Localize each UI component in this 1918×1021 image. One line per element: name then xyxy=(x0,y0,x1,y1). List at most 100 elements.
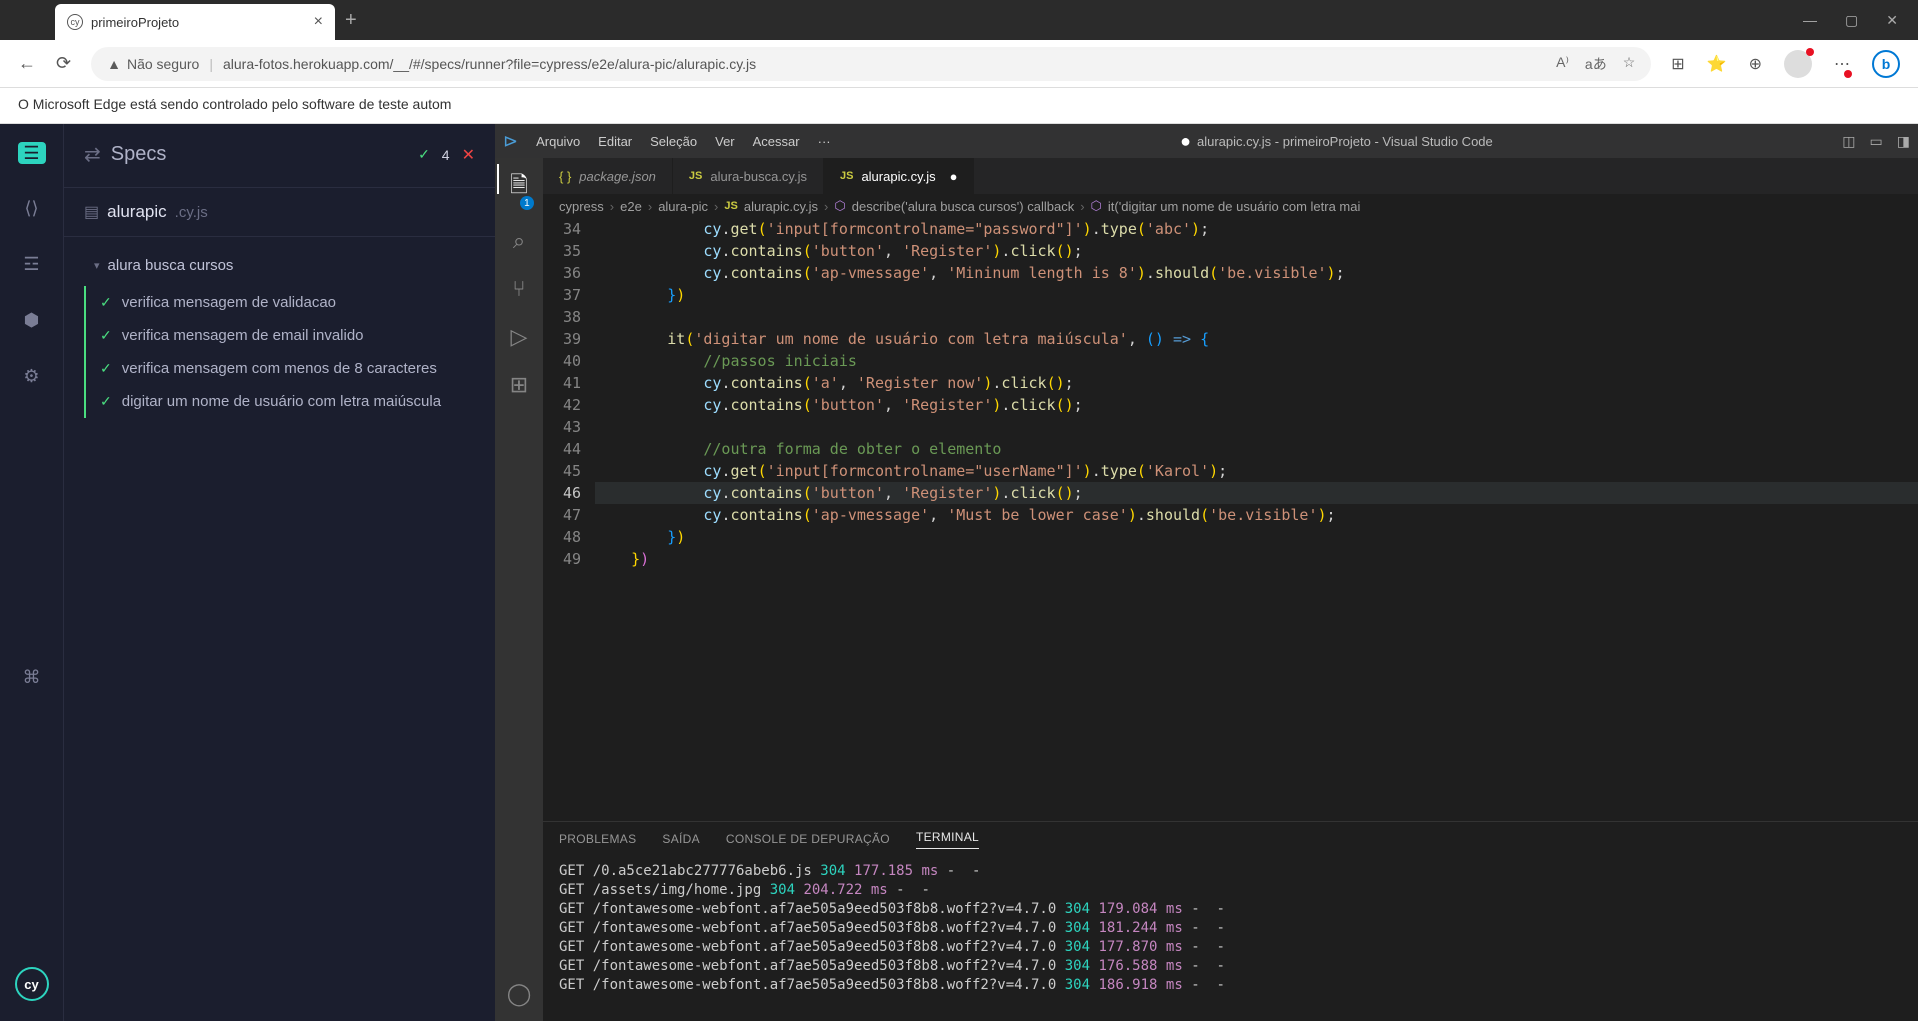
security-label: Não seguro xyxy=(127,56,199,72)
code-line[interactable]: cy.contains('button', 'Register').click(… xyxy=(595,394,1918,416)
editor-tab[interactable]: JSalura-busca.cy.js xyxy=(673,158,824,194)
code-line[interactable]: }) xyxy=(595,526,1918,548)
spec-file-header[interactable]: ▤ alurapic.cy.js xyxy=(64,187,495,237)
new-tab-button[interactable]: + xyxy=(345,9,357,32)
menu-item[interactable]: Arquivo xyxy=(536,134,580,149)
code-line[interactable]: //outra forma de obter o elemento xyxy=(595,438,1918,460)
favorites-bar-icon[interactable]: ⭐ xyxy=(1707,54,1727,74)
source-control-icon[interactable]: ⑂ xyxy=(512,276,525,302)
cypress-content: ⇄ Specs ✓ 4 ✕ ▤ alurapic.cy.js ▾ alura b… xyxy=(64,124,495,1021)
window-title: ● alurapic.cy.js - primeiroProjeto - Vis… xyxy=(1180,131,1493,152)
breadcrumb-item[interactable]: alura-pic xyxy=(658,199,708,214)
close-icon[interactable]: × xyxy=(314,13,323,31)
menu-item[interactable]: Acessar xyxy=(753,134,800,149)
vscode-titlebar: ⊳ ArquivoEditarSeleçãoVerAcessar··· ● al… xyxy=(495,124,1918,158)
explorer-icon[interactable]: 🗎1 xyxy=(510,168,528,206)
read-aloud-icon[interactable]: A⁾ xyxy=(1556,54,1569,74)
menu-icon[interactable]: ⇄ xyxy=(84,142,101,167)
list-icon[interactable]: ☲ xyxy=(20,252,44,276)
code-line[interactable]: }) xyxy=(595,548,1918,570)
panel-tab[interactable]: SAÍDA xyxy=(662,832,700,846)
favorite-icon[interactable]: ☆ xyxy=(1623,54,1636,74)
code-line[interactable] xyxy=(595,416,1918,438)
code-line[interactable]: cy.get('input[formcontrolname="userName"… xyxy=(595,460,1918,482)
menu-item[interactable]: ··· xyxy=(818,134,831,149)
code-line[interactable]: cy.contains('button', 'Register').click(… xyxy=(595,482,1918,504)
code-line[interactable]: cy.contains('a', 'Register now').click()… xyxy=(595,372,1918,394)
address-bar[interactable]: ▲ Não seguro | alura-fotos.herokuapp.com… xyxy=(91,47,1651,81)
bing-icon[interactable]: b xyxy=(1872,50,1900,78)
test-list: ✓verifica mensagem de validacao✓verifica… xyxy=(84,286,495,418)
code-line[interactable]: it('digitar um nome de usuário com letra… xyxy=(595,328,1918,350)
keyboard-icon[interactable]: ⌘ xyxy=(20,666,44,690)
code-line[interactable]: cy.contains('button', 'Register').click(… xyxy=(595,240,1918,262)
code-line[interactable]: cy.get('input[formcontrolname="password"… xyxy=(595,218,1918,240)
breadcrumb-item[interactable]: describe('alura busca cursos') callback xyxy=(852,199,1074,214)
breadcrumb[interactable]: cypress›e2e›alura-pic›JS alurapic.cy.js›… xyxy=(543,194,1918,218)
test-row[interactable]: ✓verifica mensagem com menos de 8 caract… xyxy=(86,352,495,385)
account-icon[interactable]: ◯ xyxy=(507,981,532,1007)
specs-title: ⇄ Specs xyxy=(84,142,166,167)
debug-icon[interactable]: ⬢ xyxy=(20,308,44,332)
specs-icon[interactable]: ☰ xyxy=(18,142,46,164)
extensions-icon[interactable]: ⊞ xyxy=(1671,54,1684,74)
breadcrumb-item[interactable]: it('digitar um nome de usuário com letra… xyxy=(1108,199,1360,214)
layout-icon[interactable]: ◨ xyxy=(1897,133,1910,150)
editor-tab[interactable]: { }package.json xyxy=(543,158,673,194)
test-name: verifica mensagem de validacao xyxy=(122,294,336,311)
panel-tab[interactable]: TERMINAL xyxy=(916,830,979,849)
line-number: 48 xyxy=(543,526,581,548)
json-icon: { } xyxy=(559,169,571,184)
more-icon[interactable]: ⋯ xyxy=(1834,54,1850,74)
settings-icon[interactable]: ⚙ xyxy=(20,364,44,388)
run-debug-icon[interactable]: ▷ xyxy=(511,324,528,350)
code-line[interactable]: //passos iniciais xyxy=(595,350,1918,372)
line-gutter: 34353637383940414243444546474849 xyxy=(543,218,595,821)
terminal-output[interactable]: GET /0.a5ce21abc277776abeb6.js 304 177.1… xyxy=(543,856,1918,1021)
code-line[interactable]: cy.contains('ap-vmessage', 'Must be lowe… xyxy=(595,504,1918,526)
code-line[interactable]: }) xyxy=(595,284,1918,306)
menu-item[interactable]: Seleção xyxy=(650,134,697,149)
security-indicator[interactable]: ▲ Não seguro xyxy=(107,56,199,72)
breadcrumb-item[interactable]: cypress xyxy=(559,199,604,214)
translate-icon[interactable]: aあ xyxy=(1585,54,1607,74)
test-row[interactable]: ✓verifica mensagem de validacao xyxy=(86,286,495,319)
layout-icon[interactable]: ▭ xyxy=(1870,133,1883,150)
test-row[interactable]: ✓digitar um nome de usuário com letra ma… xyxy=(86,385,495,418)
terminal-line: GET /fontawesome-webfont.af7ae505a9eed50… xyxy=(559,938,1902,957)
breadcrumb-item[interactable]: alurapic.cy.js xyxy=(744,199,818,214)
profile-avatar[interactable] xyxy=(1784,50,1812,78)
test-row[interactable]: ✓verifica mensagem de email invalido xyxy=(86,319,495,352)
close-window-icon[interactable]: ✕ xyxy=(1886,12,1898,29)
tab-label: alurapic.cy.js xyxy=(861,169,935,184)
panel-tab[interactable]: PROBLEMAS xyxy=(559,832,636,846)
breadcrumb-item[interactable]: e2e xyxy=(620,199,642,214)
runs-icon[interactable]: ⟨⟩ xyxy=(20,196,44,220)
menu-item[interactable]: Ver xyxy=(715,134,735,149)
symbol-icon: ⬡ xyxy=(834,198,845,214)
search-icon[interactable]: ⌕ xyxy=(513,228,525,254)
extensions-icon[interactable]: ⊞ xyxy=(510,372,528,398)
code-line[interactable] xyxy=(595,306,1918,328)
symbol-icon: ⬡ xyxy=(1091,198,1102,214)
browser-tab[interactable]: cy primeiroProjeto × xyxy=(55,4,335,40)
layout-controls: ◫ ▭ ◨ xyxy=(1842,133,1910,150)
menu-item[interactable]: Editar xyxy=(598,134,632,149)
terminal-line: GET /assets/img/home.jpg 304 204.722 ms … xyxy=(559,881,1902,900)
notification-dot xyxy=(1806,48,1814,56)
minimize-icon[interactable]: — xyxy=(1803,12,1817,29)
code-editor[interactable]: 34353637383940414243444546474849 cy.get(… xyxy=(543,218,1918,821)
collections-icon[interactable]: ⊕ xyxy=(1749,54,1762,74)
back-button[interactable]: ← xyxy=(18,53,36,74)
layout-icon[interactable]: ◫ xyxy=(1842,133,1855,150)
suite-name-row[interactable]: ▾ alura busca cursos xyxy=(64,251,495,286)
code-content[interactable]: cy.get('input[formcontrolname="password"… xyxy=(595,218,1918,821)
editor-tab[interactable]: JSalurapic.cy.js● xyxy=(824,158,975,194)
code-line[interactable]: cy.contains('ap-vmessage', 'Mininum leng… xyxy=(595,262,1918,284)
refresh-button[interactable]: ⟳ xyxy=(56,53,71,74)
cypress-logo[interactable]: cy xyxy=(15,967,49,1001)
test-name: digitar um nome de usuário com letra mai… xyxy=(122,393,441,410)
browser-toolbar: ← ⟳ ▲ Não seguro | alura-fotos.herokuapp… xyxy=(0,40,1918,88)
panel-tab[interactable]: CONSOLE DE DEPURAÇÃO xyxy=(726,832,890,846)
maximize-icon[interactable]: ▢ xyxy=(1845,12,1858,29)
